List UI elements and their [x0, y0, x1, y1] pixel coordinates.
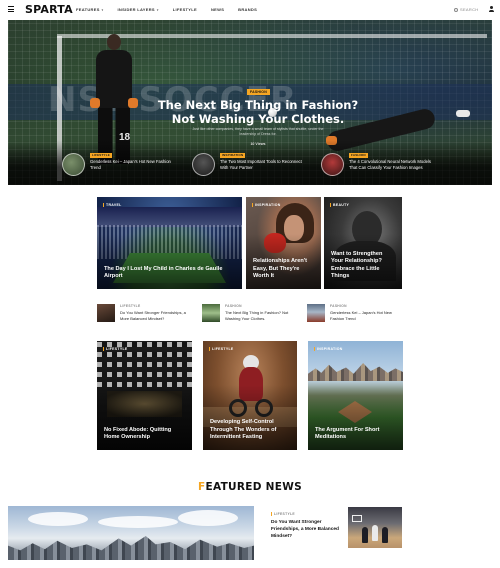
category-tag[interactable]: INSPIRATION	[252, 203, 281, 207]
featured-side-post[interactable]: LIFESTYLE Do You Want Stronger Friendshi…	[271, 512, 341, 540]
post-thumbnail[interactable]	[321, 153, 344, 176]
category-badge[interactable]: INSPIRATION	[220, 153, 246, 158]
category-label[interactable]: LIFESTYLE	[120, 304, 192, 308]
post-title[interactable]: Genderless Kei – Japan's Hot New Fashion…	[330, 310, 402, 321]
list-item[interactable]: FASHION The Next Big Thing in Fashion? N…	[202, 304, 297, 322]
basketball-thumbnail[interactable]	[348, 507, 402, 548]
category-label[interactable]: FASHION	[225, 304, 297, 308]
search-icon[interactable]	[454, 7, 458, 12]
category-badge[interactable]: FASHION	[349, 153, 368, 158]
main-menu: FEATURES ▾ INSIDER LAYERS ▾ LIFESTYLE NE…	[76, 7, 257, 12]
hero-small-post[interactable]: LIFESTYLE Genderless Kei – Japan's Hot N…	[62, 153, 176, 179]
category-tag[interactable]: LIFESTYLE	[103, 347, 128, 351]
featured-city-image[interactable]	[8, 506, 254, 560]
chevron-down-icon: ▾	[156, 7, 159, 12]
hero-title[interactable]: The Next Big Thing in Fashion? Not Washi…	[148, 98, 368, 126]
post-card-boxing[interactable]: INSPIRATION Relationships Aren't Easy, B…	[246, 197, 321, 289]
card-title[interactable]: Developing Self-Control Through The Wond…	[210, 419, 291, 442]
menu-item-insider-layers[interactable]: INSIDER LAYERS ▾	[117, 7, 158, 12]
menu-item-label: BRANDS	[238, 7, 258, 12]
post-title[interactable]: Do You Want Stronger Friendships, a More…	[120, 310, 192, 321]
menu-item-label: FEATURES	[76, 7, 100, 12]
post-title[interactable]: Do You Want Stronger Friendships, a More…	[271, 520, 341, 540]
category-badge[interactable]: LIFESTYLE	[90, 153, 112, 158]
post-thumbnail[interactable]	[97, 304, 115, 322]
category-tag[interactable]: BEAUTY	[330, 203, 349, 207]
post-title[interactable]: Genderless Kei – Japan's Hot New Fashion…	[90, 159, 176, 171]
hero-meta: 10 Views	[250, 142, 266, 146]
category-tag[interactable]: INSPIRATION	[314, 347, 343, 351]
card-title[interactable]: Want to Strengthen Your Relationship? Em…	[331, 251, 396, 281]
card-title[interactable]: Relationships Aren't Easy, But They're W…	[253, 258, 315, 281]
heading-text: EATURED NEWS	[205, 481, 302, 493]
card-title[interactable]: The Day I Lost My Child in Charles de Ga…	[104, 266, 236, 281]
list-item[interactable]: LIFESTYLE Do You Want Stronger Friendshi…	[97, 304, 192, 322]
category-tag[interactable]: LIFESTYLE	[209, 347, 234, 351]
category-label[interactable]: FASHION	[330, 304, 402, 308]
post-thumbnail[interactable]	[192, 153, 215, 176]
menu-item-lifestyle[interactable]: LIFESTYLE	[173, 7, 197, 12]
post-card-theater[interactable]: LIFESTYLE No Fixed Abode: Quitting Home …	[97, 341, 192, 450]
user-icon[interactable]	[488, 6, 494, 12]
list-item[interactable]: FASHION Genderless Kei – Japan's Hot New…	[307, 304, 402, 322]
menu-item-label: NEWS	[210, 7, 225, 12]
hamburger-icon[interactable]	[8, 6, 14, 12]
search-box[interactable]: SEARCH	[454, 7, 478, 12]
post-thumbnail[interactable]	[307, 304, 325, 322]
post-card-ballpark[interactable]: INSPIRATION The Argument For Short Medit…	[308, 341, 403, 450]
post-card-portrait[interactable]: BEAUTY Want to Strengthen Your Relations…	[324, 197, 402, 289]
hero-banner[interactable]: NSL SOCCER 18 FASHION The Next Big Thing…	[8, 20, 492, 185]
card-title[interactable]: No Fixed Abode: Quitting Home Ownership	[104, 427, 186, 442]
post-card-motocross[interactable]: LIFESTYLE Developing Self-Control Throug…	[203, 341, 297, 450]
post-thumbnail[interactable]	[62, 153, 85, 176]
menu-item-label: LIFESTYLE	[172, 7, 197, 12]
menu-item-features[interactable]: FEATURES ▾	[76, 7, 103, 12]
menu-item-brands[interactable]: BRANDS	[238, 7, 257, 12]
hero-small-post[interactable]: FASHION The 4 Convolutional Neural Netwo…	[321, 153, 435, 179]
top-navigation: SPARTA FEATURES ▾ INSIDER LAYERS ▾ LIFES…	[0, 0, 500, 20]
hero-category-badge[interactable]: FASHION	[247, 89, 270, 95]
menu-item-label: INSIDER LAYERS	[117, 7, 155, 12]
site-logo[interactable]: SPARTA	[25, 3, 73, 16]
search-placeholder: SEARCH	[460, 7, 479, 12]
menu-item-news[interactable]: NEWS	[211, 7, 224, 12]
chevron-down-icon: ▾	[101, 7, 104, 12]
featured-news-heading: FEATURED NEWS	[0, 481, 500, 493]
hero-excerpt: Just like other companies, they have a s…	[192, 127, 324, 136]
post-title[interactable]: The Next Big Thing in Fashion? Not Washi…	[225, 310, 297, 321]
post-title[interactable]: The Two Most Important Tools to Reconnec…	[220, 159, 306, 171]
hero-small-post[interactable]: INSPIRATION The Two Most Important Tools…	[192, 153, 306, 179]
post-thumbnail[interactable]	[202, 304, 220, 322]
card-title[interactable]: The Argument For Short Meditations	[315, 427, 397, 442]
post-title[interactable]: The 4 Convolutional Neural Network Model…	[349, 159, 435, 171]
post-card-stadium[interactable]: TRAVEL The Day I Lost My Child in Charle…	[97, 197, 242, 289]
category-tag[interactable]: TRAVEL	[103, 203, 122, 207]
category-label[interactable]: LIFESTYLE	[271, 512, 341, 516]
